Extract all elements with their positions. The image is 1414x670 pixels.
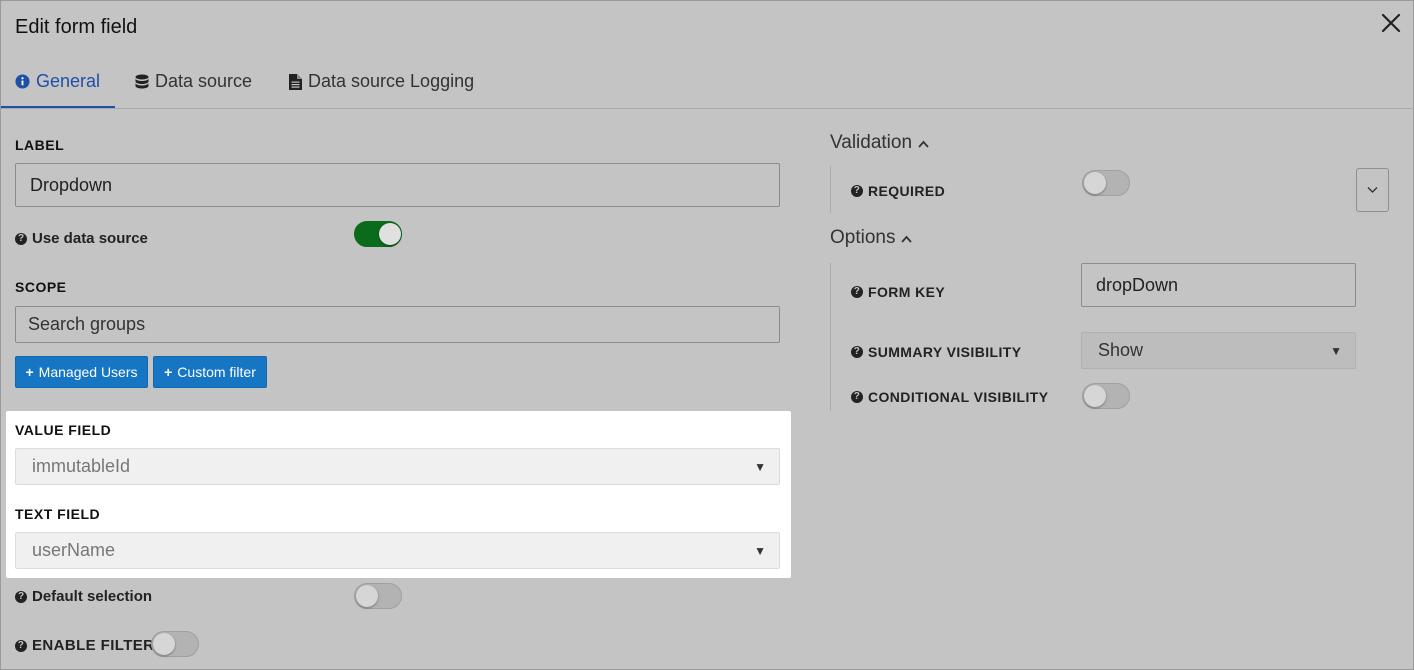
label-input[interactable]: Dropdown [15, 163, 780, 207]
form-key-input[interactable]: dropDown [1081, 263, 1356, 307]
required-text: REQUIRED [868, 183, 946, 199]
caret-down-icon: ▼ [754, 459, 766, 474]
scope-search-input[interactable]: Search groups [15, 306, 780, 343]
tab-label: Data source [155, 71, 253, 91]
toggle-knob [1084, 172, 1106, 194]
options-divider [830, 263, 831, 411]
question-circle-icon[interactable]: ? [851, 391, 863, 403]
value-field-select[interactable]: immutableId ▼ [15, 448, 780, 485]
chevron-down-icon [1367, 181, 1378, 199]
use-data-source-text: Use data source [32, 230, 148, 247]
text-field-heading: TEXT FIELD [15, 506, 101, 522]
tab-bar: General Data source Data source Logging [1, 61, 1414, 109]
conditional-visibility-toggle[interactable] [1082, 383, 1130, 409]
options-heading: Options [830, 227, 896, 248]
tab-label: General [36, 71, 101, 91]
dialog-title: Edit form field [15, 16, 138, 38]
enable-filter-text: ENABLE FILTER [32, 637, 155, 654]
expand-validation-button[interactable] [1356, 168, 1389, 212]
default-selection-toggle[interactable] [354, 583, 402, 609]
use-data-source-toggle[interactable] [354, 221, 402, 247]
default-selection-text: Default selection [32, 588, 153, 605]
summary-visibility-label: ? SUMMARY VISIBILITY [851, 344, 1021, 360]
question-circle-icon[interactable]: ? [851, 286, 863, 298]
tab-data-source[interactable]: Data source [135, 71, 252, 92]
managed-users-button[interactable]: + Managed Users [15, 356, 148, 388]
label-heading: LABEL [15, 137, 65, 153]
enable-filter-label: ? ENABLE FILTER [15, 637, 154, 654]
text-field-select[interactable]: userName ▼ [15, 532, 780, 569]
toggle-knob [153, 633, 175, 655]
required-label: ? REQUIRED [851, 183, 945, 199]
active-tab-indicator [1, 106, 115, 108]
conditional-visibility-label: ? CONDITIONAL VISIBILITY [851, 389, 1048, 405]
dialog: Edit form field General Data source Data… [0, 0, 1414, 670]
tab-general[interactable]: General [15, 71, 100, 92]
use-data-source-label: ? Use data source [15, 230, 148, 247]
options-section-header[interactable]: Options [830, 227, 913, 249]
info-circle-icon [15, 74, 30, 89]
close-icon[interactable] [1380, 12, 1402, 34]
required-toggle[interactable] [1082, 170, 1130, 196]
toggle-knob [1084, 385, 1106, 407]
summary-visibility-select[interactable]: Show ▼ [1081, 332, 1356, 369]
validation-heading: Validation [830, 132, 913, 153]
question-circle-icon[interactable]: ? [15, 590, 27, 603]
toggle-knob [379, 223, 401, 245]
question-circle-icon[interactable]: ? [15, 639, 27, 652]
toggle-knob [356, 585, 378, 607]
plus-icon: + [25, 364, 34, 380]
chevron-up-icon [901, 227, 913, 249]
form-key-label: ? FORM KEY [851, 284, 945, 300]
scope-heading: SCOPE [15, 279, 67, 295]
question-circle-icon[interactable]: ? [851, 185, 863, 197]
database-icon [135, 74, 149, 90]
enable-filter-toggle[interactable] [151, 631, 199, 657]
caret-down-icon: ▼ [1330, 343, 1342, 358]
chevron-up-icon [918, 132, 929, 154]
value-field-value: immutableId [32, 456, 131, 476]
file-text-icon [289, 73, 302, 90]
plus-icon: + [164, 364, 173, 380]
question-circle-icon[interactable]: ? [15, 232, 27, 245]
conditional-visibility-text: CONDITIONAL VISIBILITY [868, 389, 1049, 405]
text-field-value: userName [32, 540, 116, 560]
validation-section-header[interactable]: Validation [830, 132, 929, 154]
form-key-text: FORM KEY [868, 284, 946, 300]
custom-filter-label: Custom filter [177, 364, 256, 380]
question-circle-icon[interactable]: ? [851, 346, 863, 358]
caret-down-icon: ▼ [754, 543, 766, 558]
default-selection-label: ? Default selection [15, 588, 152, 605]
custom-filter-button[interactable]: + Custom filter [153, 356, 267, 388]
managed-users-label: Managed Users [38, 364, 138, 380]
tab-label: Data source Logging [308, 71, 475, 91]
tab-data-source-logging[interactable]: Data source Logging [289, 71, 474, 92]
value-field-heading: VALUE FIELD [15, 422, 112, 438]
validation-divider [830, 166, 831, 213]
summary-visibility-text: SUMMARY VISIBILITY [868, 344, 1022, 360]
summary-visibility-value: Show [1098, 340, 1144, 360]
